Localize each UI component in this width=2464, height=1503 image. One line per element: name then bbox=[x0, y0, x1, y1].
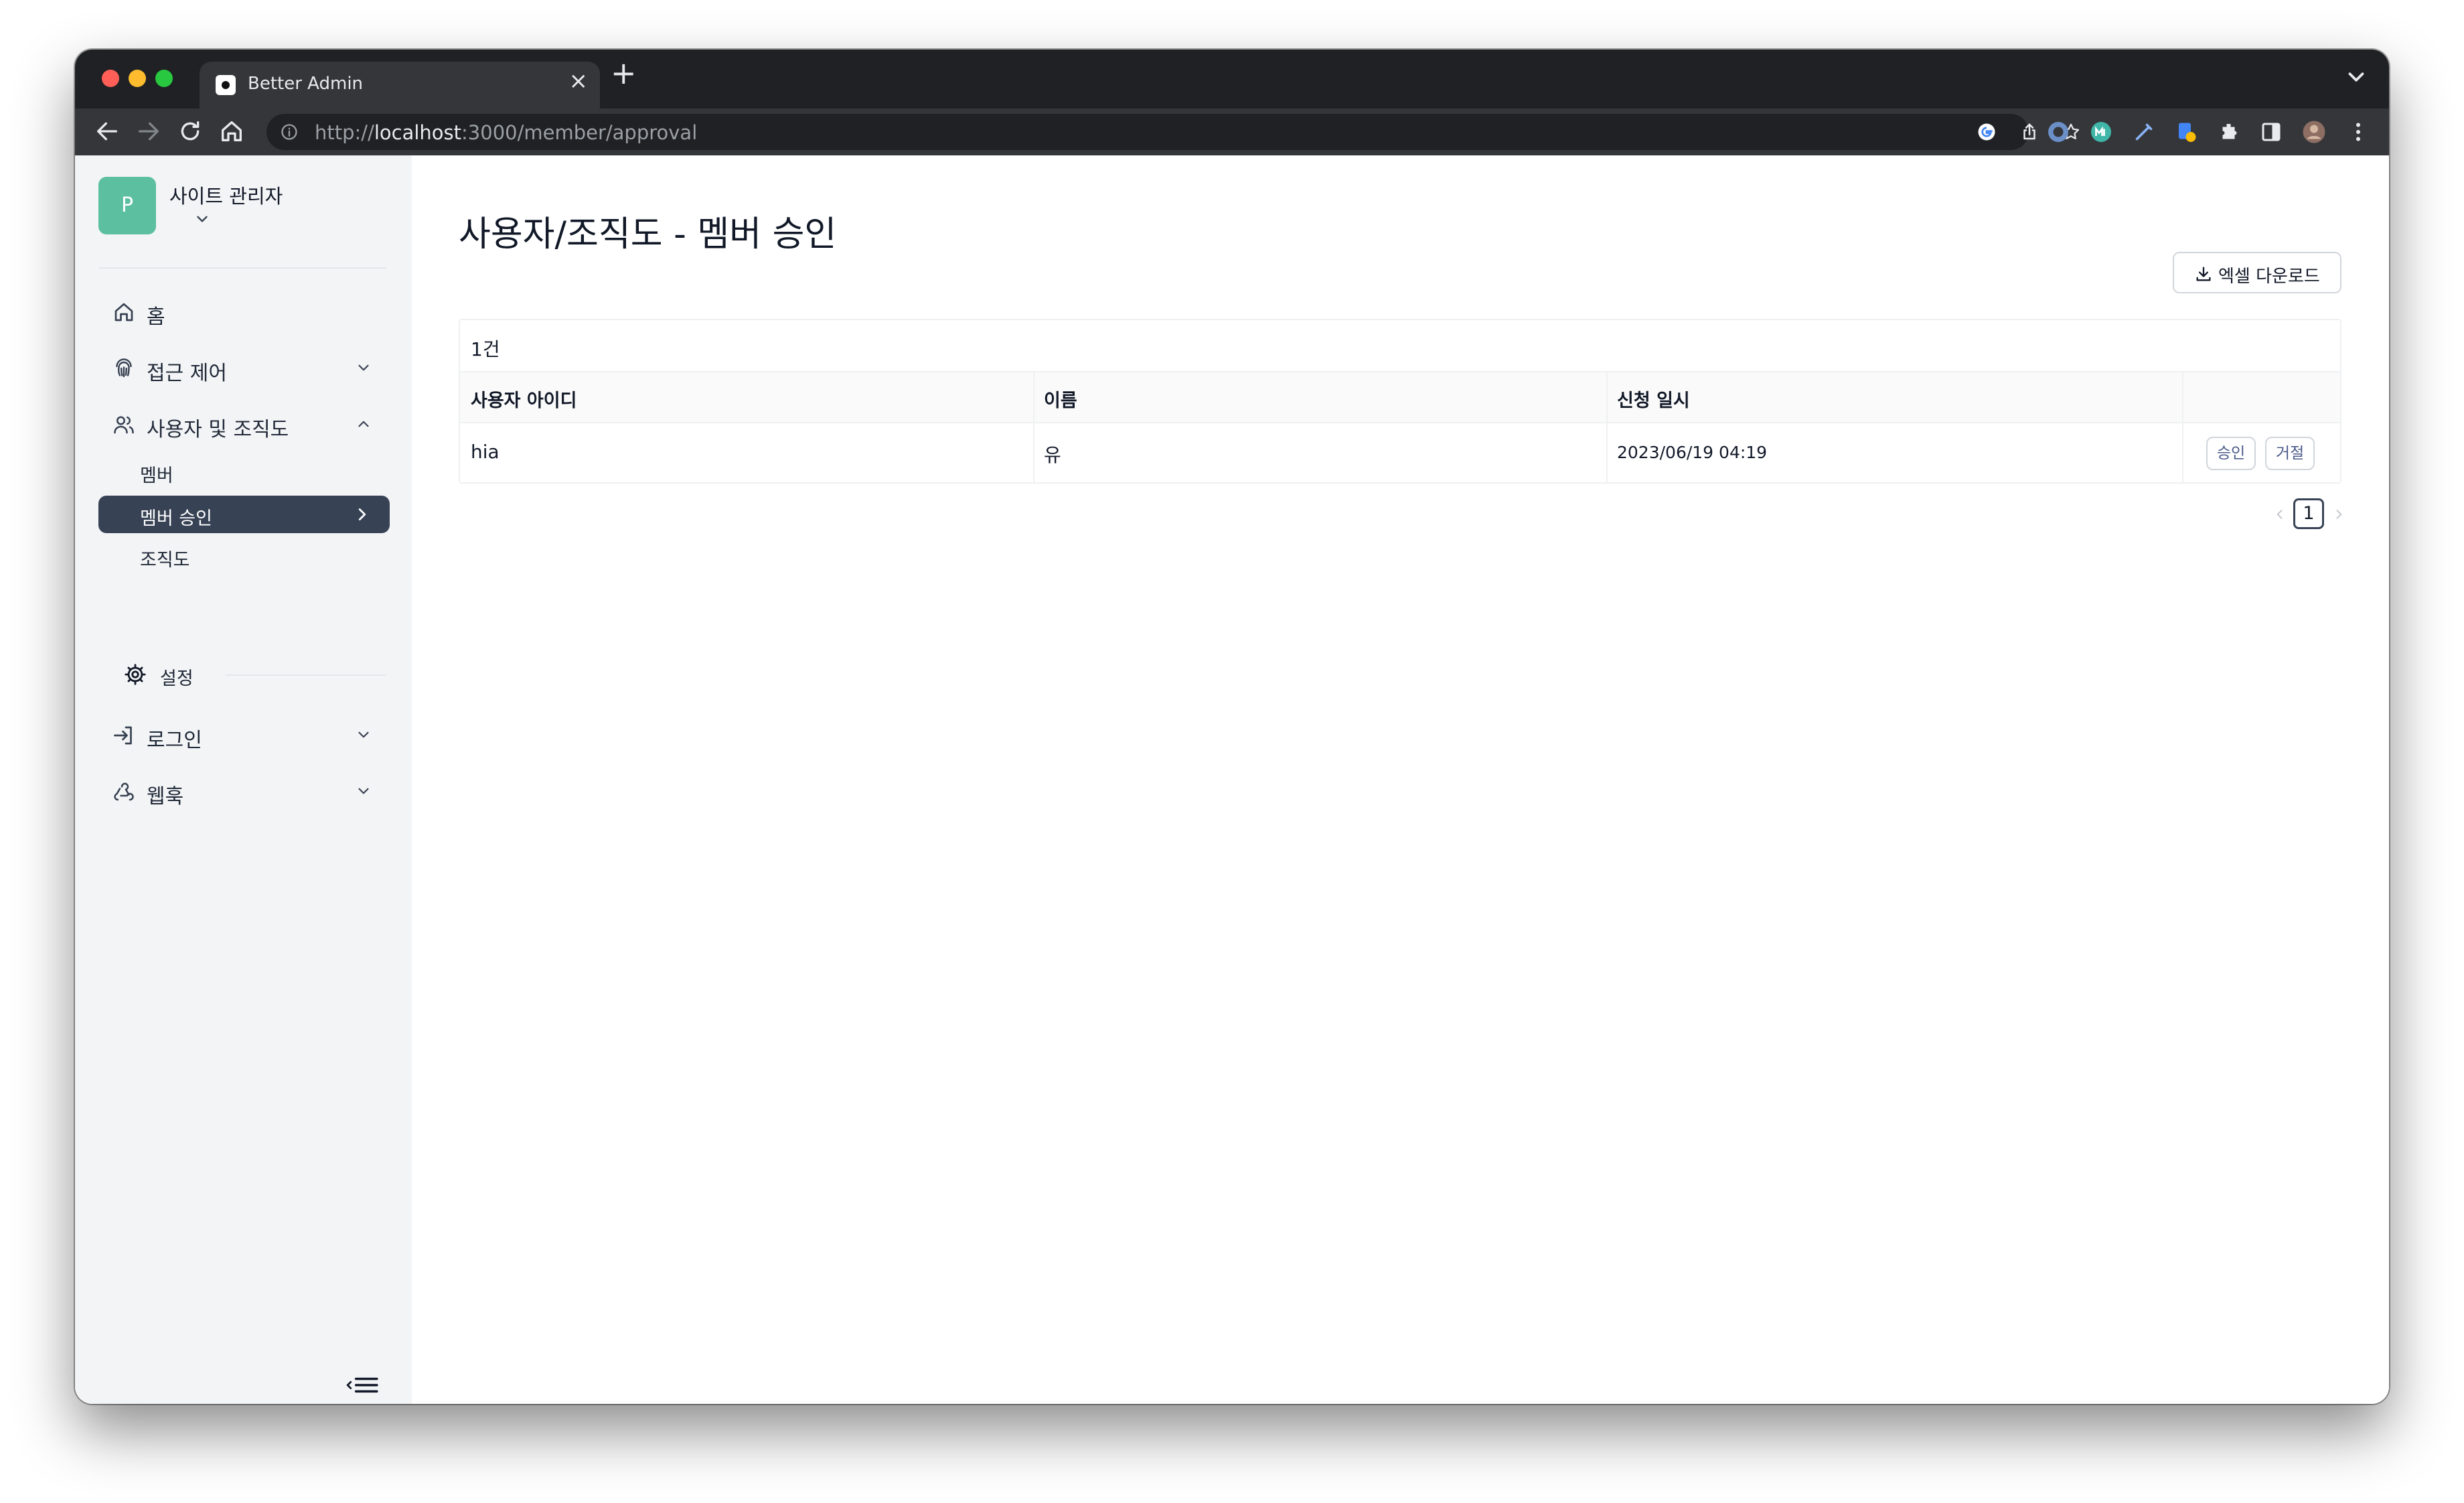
chevron-up-icon[interactable] bbox=[354, 415, 374, 433]
sidebar: P 사이트 관리자 홈 접근 제어 사용자 및 조직도 멤버 멤버 승인 조직도… bbox=[75, 155, 412, 1404]
extension-circle-icon[interactable] bbox=[2046, 120, 2070, 144]
sidebar-subitem-settings[interactable]: 설정 bbox=[98, 655, 390, 693]
sidebar-item-users-org[interactable]: 사용자 및 조직도 bbox=[98, 403, 390, 445]
sidebar-item-login[interactable]: 로그인 bbox=[98, 714, 390, 756]
tab-title: Better Admin bbox=[248, 74, 364, 94]
share-icon[interactable] bbox=[2019, 122, 2039, 142]
page-title: 사용자/조직도 - 멤버 승인 bbox=[459, 214, 837, 255]
sidebar-subitem-label: 멤버 승인 bbox=[140, 508, 212, 529]
extension-m-icon[interactable] bbox=[2089, 120, 2113, 144]
browser-window: Better Admin × + http://localhost:3000/m… bbox=[75, 50, 2389, 1404]
pagination: 1 bbox=[2273, 498, 2347, 530]
workspace-title: 사이트 관리자 bbox=[169, 185, 283, 208]
reload-icon[interactable] bbox=[177, 118, 204, 145]
sidebar-subitem-member-approval[interactable]: 멤버 승인 bbox=[98, 496, 390, 533]
new-tab-button[interactable]: + bbox=[611, 58, 637, 88]
sidebar-subitem-label: 조직도 bbox=[140, 550, 190, 571]
home-icon[interactable] bbox=[218, 118, 245, 145]
sidebar-item-home[interactable]: 홈 bbox=[98, 291, 390, 332]
forward-arrow-icon[interactable] bbox=[135, 118, 162, 145]
column-separator bbox=[1606, 423, 1608, 482]
sidebar-subitem-member[interactable]: 멤버 bbox=[98, 453, 390, 490]
webhook-icon bbox=[114, 782, 134, 801]
chevron-right-icon bbox=[358, 508, 366, 520]
sidebar-item-label: 접근 제어 bbox=[147, 362, 227, 385]
back-arrow-icon[interactable] bbox=[94, 118, 121, 145]
address-bar[interactable]: http://localhost:3000/member/approval bbox=[266, 114, 2080, 150]
workspace-switcher[interactable]: P 사이트 관리자 bbox=[98, 177, 393, 244]
favicon-icon bbox=[216, 75, 236, 95]
cell-name: 유 bbox=[1044, 444, 1061, 466]
page-content: P 사이트 관리자 홈 접근 제어 사용자 및 조직도 멤버 멤버 승인 조직도… bbox=[75, 155, 2389, 1404]
sidebar-item-access-control[interactable]: 접근 제어 bbox=[98, 347, 390, 388]
extensions-puzzle-icon[interactable] bbox=[2218, 120, 2242, 144]
column-header-applied-at[interactable]: 신청 일시 bbox=[1617, 386, 1690, 412]
tab-close-icon[interactable]: × bbox=[569, 70, 589, 92]
login-icon bbox=[114, 726, 132, 745]
extension-pen-icon[interactable] bbox=[2132, 120, 2156, 144]
close-window-button[interactable] bbox=[102, 70, 119, 87]
chevron-down-icon[interactable] bbox=[354, 782, 374, 800]
site-info-icon[interactable] bbox=[280, 123, 299, 141]
browser-toolbar: http://localhost:3000/member/approval bbox=[75, 109, 2389, 155]
users-icon bbox=[114, 416, 134, 434]
browser-tab[interactable]: Better Admin × bbox=[200, 62, 600, 109]
column-separator bbox=[2182, 372, 2183, 423]
column-header-name[interactable]: 이름 bbox=[1044, 386, 1077, 412]
table-header: 사용자 아이디 이름 신청 일시 bbox=[460, 371, 2340, 423]
url-text[interactable]: http://localhost:3000/member/approval bbox=[315, 121, 697, 144]
side-panel-icon[interactable] bbox=[2259, 120, 2283, 144]
sidebar-item-label: 사용자 및 조직도 bbox=[147, 418, 289, 441]
excel-download-label: 엑셀 다운로드 bbox=[2218, 267, 2320, 287]
page-number-current[interactable]: 1 bbox=[2293, 498, 2324, 529]
prev-page-icon[interactable] bbox=[2273, 508, 2287, 521]
sidebar-item-webhook[interactable]: 웹훅 bbox=[98, 770, 390, 812]
sidebar-subitem-label: 멤버 bbox=[140, 466, 173, 486]
column-separator bbox=[1033, 372, 1034, 423]
sidebar-subitem-org-chart[interactable]: 조직도 bbox=[98, 537, 390, 575]
sidebar-divider bbox=[98, 267, 386, 269]
maximize-window-button[interactable] bbox=[155, 70, 173, 87]
download-icon bbox=[2196, 267, 2211, 281]
chevron-down-icon[interactable] bbox=[354, 359, 374, 376]
fingerprint-icon bbox=[116, 358, 132, 378]
minimize-window-button[interactable] bbox=[129, 70, 146, 87]
approve-button[interactable]: 승인 bbox=[2206, 437, 2256, 470]
sidebar-item-label: 웹훅 bbox=[147, 785, 184, 808]
browser-menu-icon[interactable] bbox=[2346, 120, 2370, 144]
approval-table: 1건 사용자 아이디 이름 신청 일시 hia 유 2023/06/19 04:… bbox=[459, 319, 2341, 484]
collapse-sidebar-icon[interactable] bbox=[345, 1374, 379, 1396]
sidebar-item-label: 로그인 bbox=[147, 729, 202, 752]
result-count: 1건 bbox=[471, 338, 500, 360]
extension-doc-icon[interactable] bbox=[2175, 120, 2199, 144]
google-icon[interactable] bbox=[1977, 122, 1997, 142]
home-icon bbox=[114, 303, 133, 321]
column-separator bbox=[1033, 423, 1034, 482]
table-row: hia 유 2023/06/19 04:19 승인 거절 bbox=[460, 423, 2340, 482]
chevron-down-icon[interactable] bbox=[354, 726, 374, 743]
cell-user-id: hia bbox=[471, 441, 499, 463]
tab-strip: Better Admin × + bbox=[75, 50, 2389, 109]
column-header-user-id[interactable]: 사용자 아이디 bbox=[471, 386, 576, 412]
gear-icon bbox=[125, 664, 146, 685]
workspace-avatar: P bbox=[98, 177, 156, 234]
profile-avatar-icon[interactable] bbox=[2302, 120, 2326, 144]
tab-search-chevron-icon[interactable] bbox=[2343, 64, 2369, 90]
sidebar-item-label: 홈 bbox=[147, 305, 165, 329]
main-content: 사용자/조직도 - 멤버 승인 엑셀 다운로드 1건 사용자 아이디 이름 신청… bbox=[412, 155, 2389, 1404]
settings-divider bbox=[226, 674, 386, 676]
cell-applied-at: 2023/06/19 04:19 bbox=[1617, 443, 1768, 462]
column-separator bbox=[2182, 423, 2183, 482]
chevron-down-icon[interactable] bbox=[192, 210, 212, 228]
sidebar-subitem-label: 설정 bbox=[160, 668, 194, 689]
next-page-icon[interactable] bbox=[2332, 508, 2345, 521]
column-separator bbox=[1606, 372, 1608, 423]
reject-button[interactable]: 거절 bbox=[2265, 437, 2315, 470]
excel-download-button[interactable]: 엑셀 다운로드 bbox=[2173, 252, 2341, 293]
